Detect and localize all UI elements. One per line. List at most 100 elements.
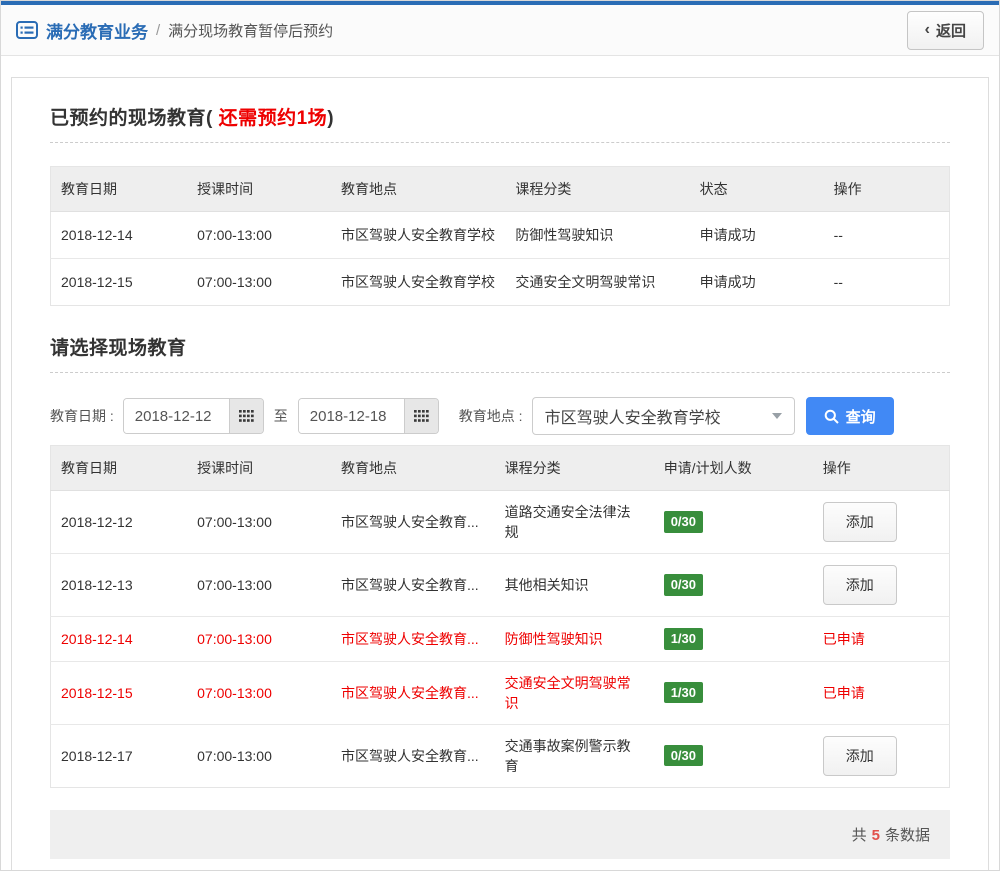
cell-course: 交通安全文明驾驶常识: [494, 660, 654, 725]
table-footer: 共 5 条数据: [50, 809, 950, 859]
date-from-input[interactable]: [123, 399, 229, 433]
column-header: 教育地点: [330, 445, 495, 491]
cell-action: 添加: [812, 553, 950, 617]
column-header: 申请/计划人数: [653, 445, 813, 491]
cell-course: 交通事故案例警示教育: [494, 723, 654, 788]
cell: 申请成功: [689, 258, 824, 306]
cell-place: 市区驾驶人安全教育...: [330, 660, 495, 725]
cell: 07:00-13:00: [187, 211, 331, 259]
cell-action: 已申请: [812, 616, 950, 662]
breadcrumb-current: 满分现场教育暂停后预约: [168, 22, 334, 40]
cell-date: 2018-12-12: [50, 490, 188, 554]
booked-table: 教育日期 授课时间 教育地点 课程分类 状态 操作 2018-12-14 07:00-13:…: [50, 166, 950, 306]
cell-time: 07:00-13:00: [187, 660, 331, 725]
booked-title-suffix: ): [327, 108, 335, 129]
applied-status: 已申请: [822, 630, 865, 647]
total-suffix: 条数据: [884, 826, 930, 844]
location-select[interactable]: 市区驾驶人安全教育学校: [531, 397, 795, 435]
column-header: 操作: [812, 445, 950, 491]
page: 满分教育业务 / 满分现场教育暂停后预约 ‹ 返回 已预约的现场教育( 还需预约…: [0, 0, 1000, 871]
cell-place: 市区驾驶人安全教育...: [330, 553, 495, 617]
date-to-input[interactable]: [298, 399, 404, 433]
column-header: 授课时间: [187, 166, 331, 212]
calendar-grid-icon: [238, 410, 254, 422]
cell-date: 2018-12-14: [50, 616, 188, 662]
breadcrumb: 满分教育业务 / 满分现场教育暂停后预约: [16, 18, 333, 43]
calendar-picker-button-to[interactable]: [403, 399, 438, 433]
cell-course: 其他相关知识: [494, 553, 654, 617]
cell-time: 07:00-13:00: [187, 553, 331, 617]
cell-quota: 1/30: [653, 616, 813, 662]
search-button[interactable]: 查询: [805, 397, 894, 435]
cell: --: [823, 258, 950, 306]
column-header: 状态: [689, 166, 824, 212]
available-session-row: 2018-12-12 07:00-13:00 市区驾驶人安全教育... 道路交通安全法…: [50, 490, 950, 554]
column-header: 教育地点: [330, 166, 506, 212]
column-header: 课程分类: [494, 445, 654, 491]
quota-badge: 1/30: [663, 628, 703, 650]
cell-quota: 1/30: [653, 660, 813, 725]
location-label: 教育地点 :: [458, 408, 523, 424]
date-from-group: [122, 398, 264, 434]
cell-quota: 0/30: [653, 490, 813, 554]
list-form-icon: [16, 21, 38, 39]
available-session-row: 2018-12-14 07:00-13:00 市区驾驶人安全教育... 防御性驾驶知识…: [50, 616, 950, 662]
booked-table-body: 2018-12-14 07:00-13:00 市区驾驶人安全教育学校 防御性驾驶知识申…: [50, 211, 950, 306]
column-header: 课程分类: [505, 166, 690, 212]
quota-badge: 0/30: [663, 511, 703, 533]
chevron-down-icon: [771, 413, 782, 419]
available-sessions-table: 教育日期 授课时间 教育地点 课程分类 申请/计划人数 操作 2018-12-12 07:0…: [50, 445, 950, 788]
add-button[interactable]: 添加: [822, 565, 897, 605]
booked-session-row: 2018-12-15 07:00-13:00 市区驾驶人安全教育学校 交通安全文明驾驶…: [50, 258, 950, 306]
available-session-row: 2018-12-13 07:00-13:00 市区驾驶人安全教育... 其他相关知识 0…: [50, 553, 950, 617]
cell-action: 添加: [812, 490, 950, 554]
quota-badge: 0/30: [663, 574, 703, 596]
cell: 交通安全文明驾驶常识: [505, 258, 690, 306]
back-button-label: 返回: [935, 22, 966, 40]
available-table-body: 2018-12-12 07:00-13:00 市区驾驶人安全教育... 道路交通安全法…: [50, 490, 950, 788]
cell-place: 市区驾驶人安全教育...: [330, 723, 495, 788]
cell-quota: 0/30: [653, 723, 813, 788]
cell-time: 07:00-13:00: [187, 723, 331, 788]
breadcrumb-separator: /: [156, 21, 161, 39]
cell: 市区驾驶人安全教育学校: [330, 211, 506, 259]
booked-table-header-row: 教育日期 授课时间 教育地点 课程分类 状态 操作: [50, 166, 950, 212]
remaining-count-highlight: 还需预约1场: [212, 108, 328, 129]
date-range-label: 教育日期 :: [50, 408, 114, 424]
select-section-title: 请选择现场教育: [50, 338, 187, 359]
cell-place: 市区驾驶人安全教育...: [330, 490, 495, 554]
calendar-grid-icon: [413, 410, 429, 422]
add-button[interactable]: 添加: [822, 502, 897, 542]
location-select-value: 市区驾驶人安全教育学校: [544, 410, 721, 427]
booked-title-prefix: 已预约的现场教育(: [50, 108, 213, 129]
search-button-label: 查询: [845, 408, 876, 426]
applied-status: 已申请: [822, 684, 865, 701]
cell: --: [823, 211, 950, 259]
dashed-divider: [50, 142, 950, 143]
breadcrumb-root-link[interactable]: 满分教育业务: [46, 18, 148, 43]
cell-date: 2018-12-13: [50, 553, 188, 617]
main-card: 已预约的现场教育( 还需预约1场) 教育日期 授课时间 教育地点 课程分类 状态 操作 2…: [11, 77, 989, 870]
calendar-picker-button-from[interactable]: [228, 399, 263, 433]
cell: 市区驾驶人安全教育学校: [330, 258, 506, 306]
filter-bar: 教育日期 : 至: [50, 397, 950, 435]
chevron-left-icon: ‹: [924, 21, 930, 38]
add-button[interactable]: 添加: [822, 735, 897, 776]
available-session-row: 2018-12-17 07:00-13:00 市区驾驶人安全教育... 交通事故案例警…: [50, 723, 950, 788]
column-header: 授课时间: [187, 445, 331, 491]
cell: 07:00-13:00: [187, 258, 331, 306]
back-button[interactable]: ‹ 返回: [906, 10, 984, 50]
cell-quota: 0/30: [653, 553, 813, 617]
cell-course: 道路交通安全法律法规: [494, 490, 654, 554]
cell: 2018-12-14: [50, 211, 188, 259]
header: 满分教育业务 / 满分现场教育暂停后预约 ‹ 返回: [1, 5, 999, 56]
available-session-row: 2018-12-15 07:00-13:00 市区驾驶人安全教育... 交通安全文明驾…: [50, 660, 950, 725]
column-header: 教育日期: [50, 445, 188, 491]
cell-date: 2018-12-15: [50, 660, 188, 725]
booked-session-row: 2018-12-14 07:00-13:00 市区驾驶人安全教育学校 防御性驾驶知识申…: [50, 211, 950, 259]
dashed-divider: [50, 372, 950, 373]
date-to-group: [297, 398, 439, 434]
available-table-header-row: 教育日期 授课时间 教育地点 课程分类 申请/计划人数 操作: [50, 445, 950, 491]
cell-time: 07:00-13:00: [187, 616, 331, 662]
column-header: 教育日期: [50, 166, 188, 212]
